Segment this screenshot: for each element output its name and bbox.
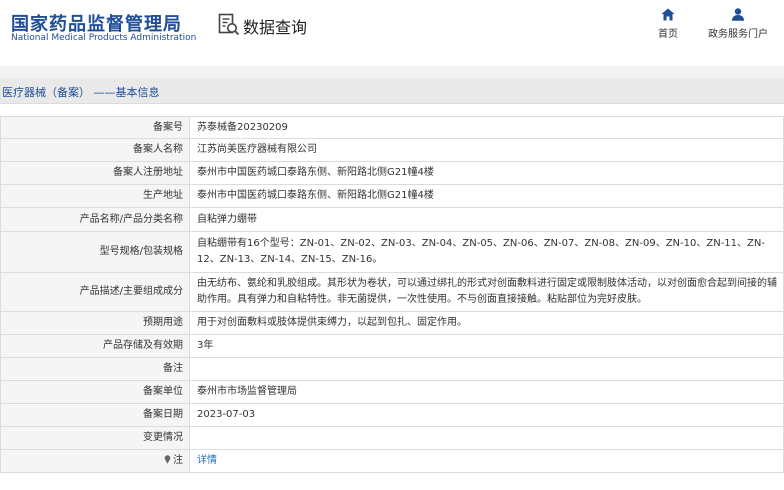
row-label-note: 注: [0, 449, 190, 473]
home-icon: [661, 8, 675, 21]
nav-service-label: 政务服务门户: [708, 29, 768, 40]
breadcrumb-bar: 医疗器械（备案） ——基本信息: [0, 78, 784, 104]
details-link[interactable]: 详情: [197, 455, 217, 466]
section-title: 数据查询: [243, 18, 308, 37]
table-row: 注 详情: [0, 449, 784, 473]
site-logo-subtitle: National Medical Products Administration: [11, 33, 197, 43]
row-label: 备案号: [0, 116, 190, 139]
row-label: 备案日期: [0, 403, 190, 427]
row-value: 用于对创面敷料或肢体提供束缚力，以起到包扎、固定作用。: [189, 311, 784, 335]
row-label: 型号规格/包装规格: [0, 231, 190, 273]
table-row: 生产地址 泰州市中国医药城口泰路东侧、新阳路北侧G21幢4楼: [0, 184, 784, 208]
table-row: 预期用途 用于对创面敷料或肢体提供束缚力，以起到包扎、固定作用。: [0, 311, 784, 335]
row-value: 苏泰械备20230209: [189, 116, 784, 139]
table-row: 变更情况: [0, 426, 784, 450]
table-row: 型号规格/包装规格 自粘绷带有16个型号：ZN-01、ZN-02、ZN-03、Z…: [0, 231, 784, 273]
row-value: 江苏尚美医疗器械有限公司: [189, 138, 784, 162]
row-value: 自粘弹力绷带: [189, 207, 784, 232]
row-label: 备注: [0, 357, 190, 381]
nav-home-label: 首页: [658, 29, 678, 40]
row-value: 泰州市中国医药城口泰路东侧、新阳路北侧G21幢4楼: [189, 184, 784, 208]
row-label-text: 注: [173, 455, 183, 466]
pin-icon: [164, 455, 171, 464]
data-query-icon: [218, 13, 240, 36]
row-label: 产品名称/产品分类名称: [0, 207, 190, 232]
row-label: 产品描述/主要组成成分: [0, 272, 190, 312]
table-row: 备案单位 泰州市市场监督管理局: [0, 380, 784, 404]
row-label: 产品存储及有效期: [0, 334, 190, 358]
row-value: [189, 426, 784, 450]
row-label: 生产地址: [0, 184, 190, 208]
row-value: 泰州市中国医药城口泰路东侧、新阳路北侧G21幢4楼: [189, 161, 784, 185]
row-label: 备案人注册地址: [0, 161, 190, 185]
nav-home-button[interactable]: 首页: [653, 8, 683, 40]
table-row: 产品描述/主要组成成分 由无纺布、氨纶和乳胶组成。其形状为卷状，可以通过绑扎的形…: [0, 272, 784, 312]
row-value: 2023-07-03: [189, 403, 784, 427]
row-value: 自粘绷带有16个型号：ZN-01、ZN-02、ZN-03、ZN-04、ZN-05…: [189, 231, 784, 273]
table-row: 产品名称/产品分类名称 自粘弹力绷带: [0, 207, 784, 232]
row-value: [189, 357, 784, 381]
table-row: 备案日期 2023-07-03: [0, 403, 784, 427]
table-row: 备案人名称 江苏尚美医疗器械有限公司: [0, 138, 784, 162]
row-value: 3年: [189, 334, 784, 358]
table-row: 备案号 苏泰械备20230209: [0, 116, 784, 139]
user-icon: [731, 8, 745, 21]
site-header: 国家药品监督管理局 National Medical Products Admi…: [0, 0, 784, 58]
nav-service-portal-button[interactable]: 政务服务门户: [703, 8, 773, 40]
table-row: 备案人注册地址 泰州市中国医药城口泰路东侧、新阳路北侧G21幢4楼: [0, 161, 784, 185]
row-value: 泰州市市场监督管理局: [189, 380, 784, 404]
row-label: 备案人名称: [0, 138, 190, 162]
table-row: 产品存储及有效期 3年: [0, 334, 784, 358]
header-divider-band: [0, 66, 784, 78]
row-label: 变更情况: [0, 426, 190, 450]
record-detail-table: 备案号 苏泰械备20230209 备案人名称 江苏尚美医疗器械有限公司 备案人注…: [0, 116, 784, 473]
row-label: 预期用途: [0, 311, 190, 335]
table-row: 备注: [0, 357, 784, 381]
breadcrumb: 医疗器械（备案） ——基本信息: [2, 86, 160, 99]
row-value: 由无纺布、氨纶和乳胶组成。其形状为卷状，可以通过绑扎的形式对创面敷料进行固定或限…: [189, 272, 784, 312]
row-value: 详情: [189, 449, 784, 473]
row-label: 备案单位: [0, 380, 190, 404]
